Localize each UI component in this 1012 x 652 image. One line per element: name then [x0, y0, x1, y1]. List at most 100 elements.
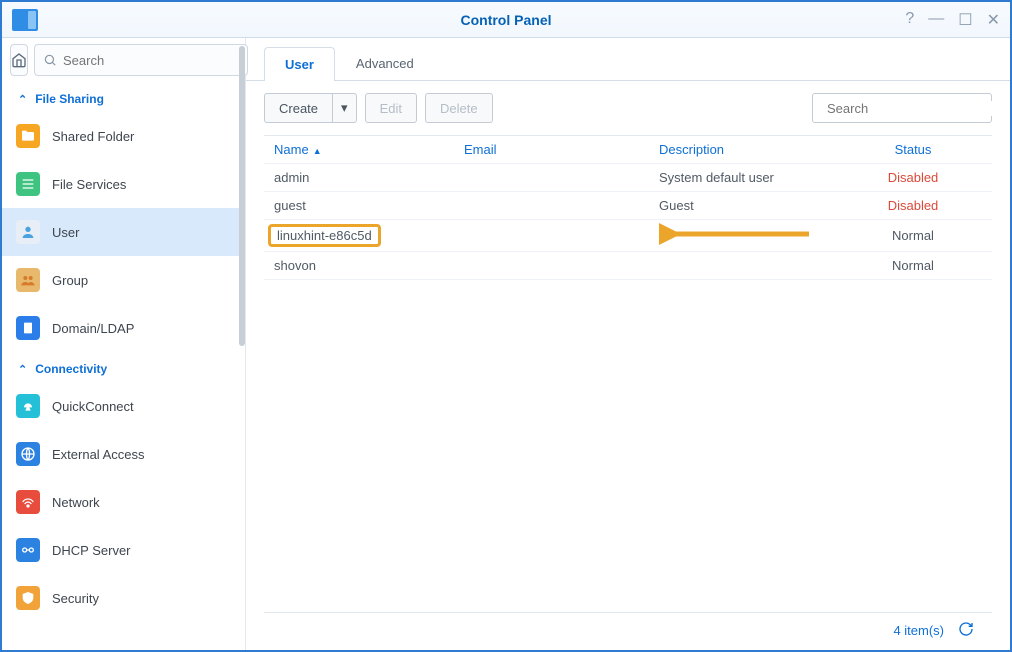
create-dropdown-button[interactable]: ▾	[332, 93, 357, 123]
toolbar: Create ▾ Edit Delete	[246, 81, 1010, 135]
sidebar-item-label: File Services	[52, 177, 126, 192]
help-icon[interactable]: ?	[905, 10, 914, 30]
section-label: Connectivity	[35, 362, 107, 376]
create-button-group: Create ▾	[264, 93, 357, 123]
toolbar-search-input[interactable]	[827, 101, 1003, 116]
home-button[interactable]	[10, 44, 28, 76]
sidebar-item-quickconnect[interactable]: QuickConnect	[2, 382, 245, 430]
cell-email	[454, 231, 649, 241]
col-header-email[interactable]: Email	[454, 137, 649, 162]
user-grid: Name▲ Email Description Status admin Syst…	[264, 135, 992, 612]
sidebar-item-shared-folder[interactable]: Shared Folder	[2, 112, 245, 160]
sidebar: ⌃ File Sharing Shared Folder File Servic…	[2, 38, 246, 650]
refresh-icon	[958, 621, 974, 637]
window: Control Panel ? — ☐ ✕ ⌃ File Shari	[0, 0, 1012, 652]
sidebar-item-file-services[interactable]: File Services	[2, 160, 245, 208]
grid-body: admin System default userDisabled guest Gue…	[264, 164, 992, 280]
tabs: User Advanced	[246, 38, 1010, 81]
sidebar-scroll[interactable]: ⌃ File Sharing Shared Folder File Servic…	[2, 82, 245, 650]
grid-footer: 4 item(s)	[264, 612, 992, 650]
item-count: 4 item(s)	[893, 623, 944, 638]
create-button[interactable]: Create	[264, 93, 332, 123]
col-header-description[interactable]: Description	[649, 137, 834, 162]
sidebar-item-label: DHCP Server	[52, 543, 131, 558]
cell-email	[454, 173, 649, 183]
cell-status: Normal	[834, 253, 992, 278]
table-row[interactable]: guest GuestDisabled	[264, 192, 992, 220]
file-services-icon	[16, 172, 40, 196]
cell-email	[454, 261, 649, 271]
window-controls: ? — ☐ ✕	[905, 10, 1000, 30]
cell-email	[454, 201, 649, 211]
caret-down-icon: ▾	[341, 100, 348, 116]
sidebar-item-label: Shared Folder	[52, 129, 134, 144]
sidebar-search[interactable]	[34, 44, 248, 76]
close-icon[interactable]: ✕	[987, 10, 1000, 30]
sidebar-item-security[interactable]: Security	[2, 574, 245, 622]
chevron-up-icon: ⌃	[18, 363, 27, 376]
sidebar-item-network[interactable]: Network	[2, 478, 245, 526]
dhcp-icon	[16, 538, 40, 562]
cell-status: Disabled	[834, 193, 992, 218]
user-icon	[16, 220, 40, 244]
sidebar-item-dhcp-server[interactable]: DHCP Server	[2, 526, 245, 574]
quickconnect-icon	[16, 394, 40, 418]
section-file-sharing[interactable]: ⌃ File Sharing	[2, 82, 245, 112]
search-icon	[43, 53, 57, 67]
app-icon	[12, 9, 38, 31]
sidebar-item-group[interactable]: Group	[2, 256, 245, 304]
grid-header: Name▲ Email Description Status	[264, 136, 992, 164]
minimize-icon[interactable]: —	[928, 10, 944, 30]
sidebar-search-input[interactable]	[63, 53, 239, 68]
table-row[interactable]: admin System default userDisabled	[264, 164, 992, 192]
content: User Advanced Create ▾ Edit Delete Name▲	[246, 38, 1010, 650]
sidebar-item-external-access[interactable]: External Access	[2, 430, 245, 478]
col-header-status[interactable]: Status	[834, 137, 992, 162]
cell-name: admin	[264, 165, 454, 190]
sidebar-item-label: Group	[52, 273, 88, 288]
sidebar-item-label: QuickConnect	[52, 399, 134, 414]
sidebar-item-label: User	[52, 225, 79, 240]
delete-button[interactable]: Delete	[425, 93, 493, 123]
cell-description	[649, 261, 834, 271]
globe-icon	[16, 442, 40, 466]
home-icon	[11, 52, 27, 68]
col-header-name[interactable]: Name▲	[264, 137, 454, 162]
sidebar-item-label: External Access	[52, 447, 145, 462]
window-title: Control Panel	[2, 12, 1010, 28]
network-icon	[16, 490, 40, 514]
tab-advanced[interactable]: Advanced	[335, 46, 435, 80]
cell-status: Disabled	[834, 165, 992, 190]
sort-asc-icon: ▲	[313, 146, 322, 156]
tab-user[interactable]: User	[264, 47, 335, 81]
toolbar-search[interactable]	[812, 93, 992, 123]
cell-description: Guest	[649, 193, 834, 218]
section-label: File Sharing	[35, 92, 104, 106]
maximize-icon[interactable]: ☐	[958, 10, 972, 30]
chevron-up-icon: ⌃	[18, 93, 27, 106]
group-icon	[16, 268, 40, 292]
domain-icon	[16, 316, 40, 340]
shield-icon	[16, 586, 40, 610]
titlebar: Control Panel ? — ☐ ✕	[2, 2, 1010, 38]
cell-status: Normal	[834, 223, 992, 248]
highlight-annotation: linuxhint-e86c5d	[268, 224, 381, 247]
shared-folder-icon	[16, 124, 40, 148]
sidebar-item-label: Security	[52, 591, 99, 606]
cell-name: linuxhint-e86c5d	[264, 220, 454, 251]
refresh-button[interactable]	[958, 621, 974, 640]
sidebar-item-label: Network	[52, 495, 100, 510]
body: ⌃ File Sharing Shared Folder File Servic…	[2, 38, 1010, 650]
cell-name: shovon	[264, 253, 454, 278]
sidebar-item-user[interactable]: User	[2, 208, 245, 256]
table-row[interactable]: linuxhint-e86c5d Normal	[264, 220, 992, 252]
sidebar-item-label: Domain/LDAP	[52, 321, 134, 336]
sidebar-item-domain-ldap[interactable]: Domain/LDAP	[2, 304, 245, 352]
scrollbar[interactable]	[239, 46, 245, 346]
cell-description	[649, 231, 834, 241]
cell-description: System default user	[649, 165, 834, 190]
section-connectivity[interactable]: ⌃ Connectivity	[2, 352, 245, 382]
cell-name: guest	[264, 193, 454, 218]
edit-button[interactable]: Edit	[365, 93, 417, 123]
table-row[interactable]: shovon Normal	[264, 252, 992, 280]
